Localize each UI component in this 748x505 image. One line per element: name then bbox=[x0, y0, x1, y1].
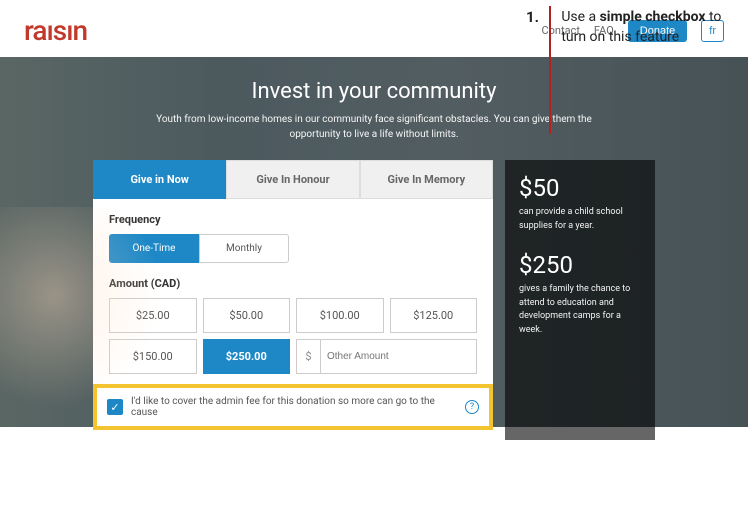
amount-250[interactable]: $250.00 bbox=[203, 339, 291, 374]
admin-fee-checkbox[interactable]: ✓ bbox=[107, 399, 123, 415]
logo: raısın bbox=[24, 14, 87, 47]
amount-125[interactable]: $125.00 bbox=[390, 298, 478, 333]
currency-prefix: $ bbox=[296, 339, 320, 374]
admin-fee-label: I'd like to cover the admin fee for this… bbox=[131, 396, 457, 418]
help-icon[interactable]: ? bbox=[465, 400, 479, 414]
amount-150[interactable]: $150.00 bbox=[109, 339, 197, 374]
frequency-monthly[interactable]: Monthly bbox=[199, 234, 289, 263]
admin-fee-row: ✓ I'd like to cover the admin fee for th… bbox=[93, 384, 493, 430]
amount-other: $ bbox=[296, 339, 477, 374]
impact-desc-2: gives a family the chance to attend to e… bbox=[519, 283, 641, 337]
annotation-bar bbox=[549, 6, 551, 134]
donation-tabs: Give in Now Give In Honour Give In Memor… bbox=[93, 160, 493, 199]
impact-sidebar: $50 can provide a child school supplies … bbox=[505, 160, 655, 440]
frequency-options: One-Time Monthly bbox=[109, 234, 477, 263]
impact-desc-1: can provide a child school supplies for … bbox=[519, 206, 641, 233]
impact-amount-1: $50 bbox=[519, 174, 641, 202]
donation-card: Give in Now Give In Honour Give In Memor… bbox=[93, 160, 493, 440]
annotation-number: 1. bbox=[526, 8, 539, 134]
frequency-one-time[interactable]: One-Time bbox=[109, 234, 199, 263]
amount-25[interactable]: $25.00 bbox=[109, 298, 197, 333]
annotation-callout: 1. Use a simple checkbox to turn on this… bbox=[526, 8, 726, 134]
amount-label: Amount (CAD) bbox=[109, 277, 477, 290]
amount-50[interactable]: $50.00 bbox=[203, 298, 291, 333]
tab-give-memory[interactable]: Give In Memory bbox=[360, 160, 493, 199]
amount-100[interactable]: $100.00 bbox=[296, 298, 384, 333]
impact-amount-2: $250 bbox=[519, 251, 641, 279]
tab-give-now[interactable]: Give in Now bbox=[93, 160, 226, 199]
frequency-label: Frequency bbox=[109, 213, 477, 226]
other-amount-input[interactable] bbox=[320, 339, 477, 374]
amount-grid: $25.00 $50.00 $100.00 $125.00 $150.00 $2… bbox=[109, 298, 477, 374]
annotation-text: Use a simple checkbox to turn on this fe… bbox=[561, 8, 726, 134]
tab-give-honour[interactable]: Give In Honour bbox=[226, 160, 359, 199]
